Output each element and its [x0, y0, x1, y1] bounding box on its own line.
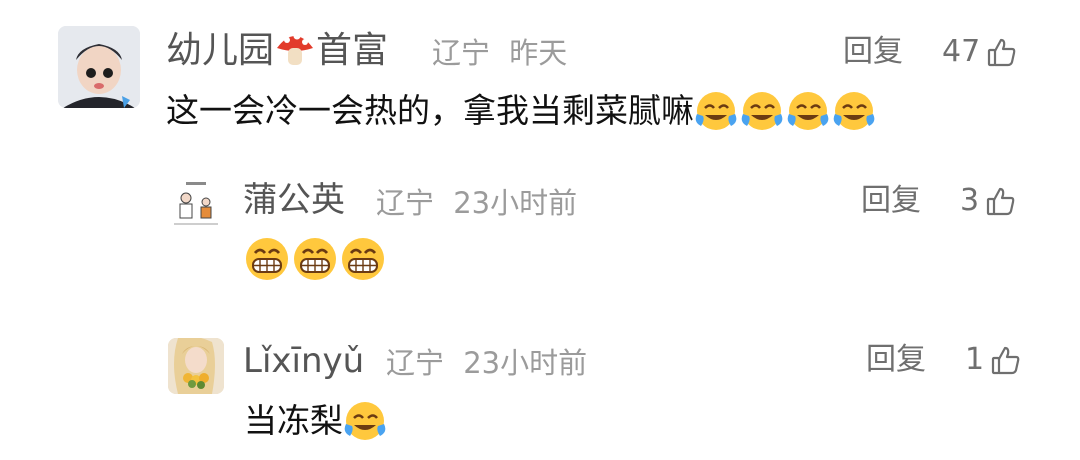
location: 辽宁 — [432, 36, 491, 70]
username[interactable]: 蒲公英 — [243, 178, 345, 222]
comment-meta: 辽宁 23小时前 — [376, 184, 577, 222]
like-count: 3 — [960, 183, 980, 218]
face-with-tears-of-joy-icon — [694, 90, 740, 132]
comment-body: 当冻梨 — [244, 401, 343, 440]
location: 辽宁 — [386, 346, 445, 380]
comment-meta: 辽宁 昨天 — [432, 34, 567, 72]
thumbs-up-icon — [986, 36, 1018, 68]
grinning-face-icon — [244, 236, 290, 282]
location: 辽宁 — [376, 186, 435, 220]
reply-button[interactable]: 回复 — [866, 340, 926, 380]
comment-text — [244, 236, 386, 282]
timestamp: 23小时前 — [463, 346, 588, 380]
username[interactable]: 幼儿园 首富 — [166, 28, 388, 74]
comment-meta: 辽宁 23小时前 — [386, 344, 587, 382]
face-with-tears-of-joy-icon — [343, 400, 389, 442]
username[interactable]: Lǐxīnyǔ — [243, 339, 364, 383]
comment-text: 这一会冷一会热的，拿我当剩菜腻嘛 — [166, 88, 878, 134]
timestamp: 23小时前 — [453, 186, 578, 220]
like-button[interactable]: 3 — [960, 181, 1017, 221]
like-count: 47 — [942, 34, 981, 69]
comment-body: 这一会冷一会热的，拿我当剩菜腻嘛 — [166, 91, 694, 130]
face-with-tears-of-joy-icon — [832, 90, 878, 132]
avatar[interactable] — [168, 338, 224, 394]
thumbs-up-icon — [990, 344, 1022, 376]
avatar[interactable] — [58, 26, 140, 108]
reply-button[interactable]: 回复 — [843, 32, 903, 72]
user-title: 首富 — [316, 30, 389, 71]
comment-text: 当冻梨 — [244, 398, 389, 444]
avatar[interactable] — [168, 176, 224, 232]
like-count: 1 — [965, 342, 985, 377]
like-button[interactable]: 47 — [942, 32, 1018, 72]
face-with-tears-of-joy-icon — [740, 90, 786, 132]
grinning-face-icon — [340, 236, 386, 282]
username-text: 幼儿园 — [166, 30, 275, 71]
like-button[interactable]: 1 — [965, 340, 1022, 380]
face-with-tears-of-joy-icon — [786, 90, 832, 132]
mushroom-icon — [274, 28, 316, 68]
thumbs-up-icon — [985, 185, 1017, 217]
reply-button[interactable]: 回复 — [861, 181, 921, 221]
grinning-face-icon — [292, 236, 338, 282]
timestamp: 昨天 — [509, 36, 568, 70]
